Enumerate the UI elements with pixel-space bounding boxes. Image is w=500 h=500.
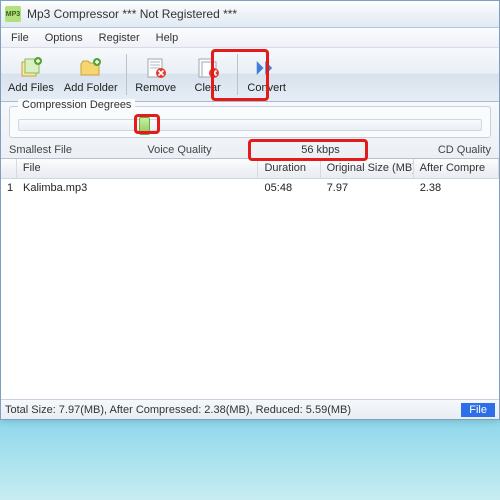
cell-file: Kalimba.mp3 (17, 180, 259, 196)
menu-register[interactable]: Register (91, 30, 148, 46)
titlebar[interactable]: MP3 Mp3 Compressor *** Not Registered **… (1, 1, 499, 28)
col-duration[interactable]: Duration (258, 159, 320, 178)
col-file[interactable]: File (17, 159, 259, 178)
toolbar-separator (126, 54, 127, 95)
file-table: File Duration Original Size (MB) After C… (1, 159, 499, 399)
status-badge[interactable]: File (461, 403, 495, 417)
slider-thumb[interactable] (139, 117, 150, 135)
desktop: MP3 Mp3 Compressor *** Not Registered **… (0, 0, 500, 500)
remove-icon (144, 56, 168, 80)
status-summary: Total Size: 7.97(MB), After Compressed: … (5, 404, 351, 416)
cell-num: 1 (1, 180, 17, 196)
statusbar: Total Size: 7.97(MB), After Compressed: … (1, 399, 499, 419)
convert-icon (255, 56, 279, 80)
col-after-compress[interactable]: After Compre (414, 159, 499, 178)
app-icon: MP3 (5, 6, 21, 22)
clear-button[interactable]: Clear (182, 50, 234, 99)
label-cd: CD Quality (391, 144, 491, 156)
add-folder-button[interactable]: Add Folder (59, 50, 123, 99)
table-header: File Duration Original Size (MB) After C… (1, 159, 499, 179)
add-folder-icon (79, 56, 103, 80)
toolbar: Add Files Add Folder Remove Clear (1, 48, 499, 102)
remove-label: Remove (135, 82, 176, 94)
slider-labels: Smallest File Voice Quality 56 kbps CD Q… (9, 144, 491, 156)
clear-label: Clear (195, 82, 221, 94)
label-smallest: Smallest File (9, 144, 109, 156)
compression-panel: Compression Degrees Smallest File Voice … (1, 102, 499, 159)
col-number[interactable] (1, 159, 17, 178)
convert-label: Convert (247, 82, 286, 94)
add-files-button[interactable]: Add Files (3, 50, 59, 99)
menu-help[interactable]: Help (148, 30, 187, 46)
table-row[interactable]: 1 Kalimba.mp3 05:48 7.97 2.38 (1, 179, 499, 197)
app-window: MP3 Mp3 Compressor *** Not Registered **… (0, 0, 500, 420)
menu-file[interactable]: File (3, 30, 37, 46)
menubar: File Options Register Help (1, 28, 499, 48)
convert-button[interactable]: Convert (241, 50, 293, 99)
add-files-label: Add Files (8, 82, 54, 94)
remove-button[interactable]: Remove (130, 50, 182, 99)
clear-icon (196, 56, 220, 80)
add-files-icon (19, 56, 43, 80)
menu-options[interactable]: Options (37, 30, 91, 46)
label-voice: Voice Quality (109, 144, 250, 156)
col-original-size[interactable]: Original Size (MB) (321, 159, 414, 178)
table-body[interactable]: 1 Kalimba.mp3 05:48 7.97 2.38 (1, 179, 499, 399)
compression-title: Compression Degrees (18, 99, 135, 111)
label-kbps: 56 kbps (281, 143, 360, 157)
cell-original: 7.97 (321, 180, 414, 196)
toolbar-separator-2 (237, 54, 238, 95)
bitrate-slider[interactable] (18, 119, 482, 131)
add-folder-label: Add Folder (64, 82, 118, 94)
cell-duration: 05:48 (259, 180, 321, 196)
cell-after: 2.38 (414, 180, 499, 196)
window-title: Mp3 Compressor *** Not Registered *** (27, 7, 237, 21)
compression-group: Compression Degrees (9, 106, 491, 138)
